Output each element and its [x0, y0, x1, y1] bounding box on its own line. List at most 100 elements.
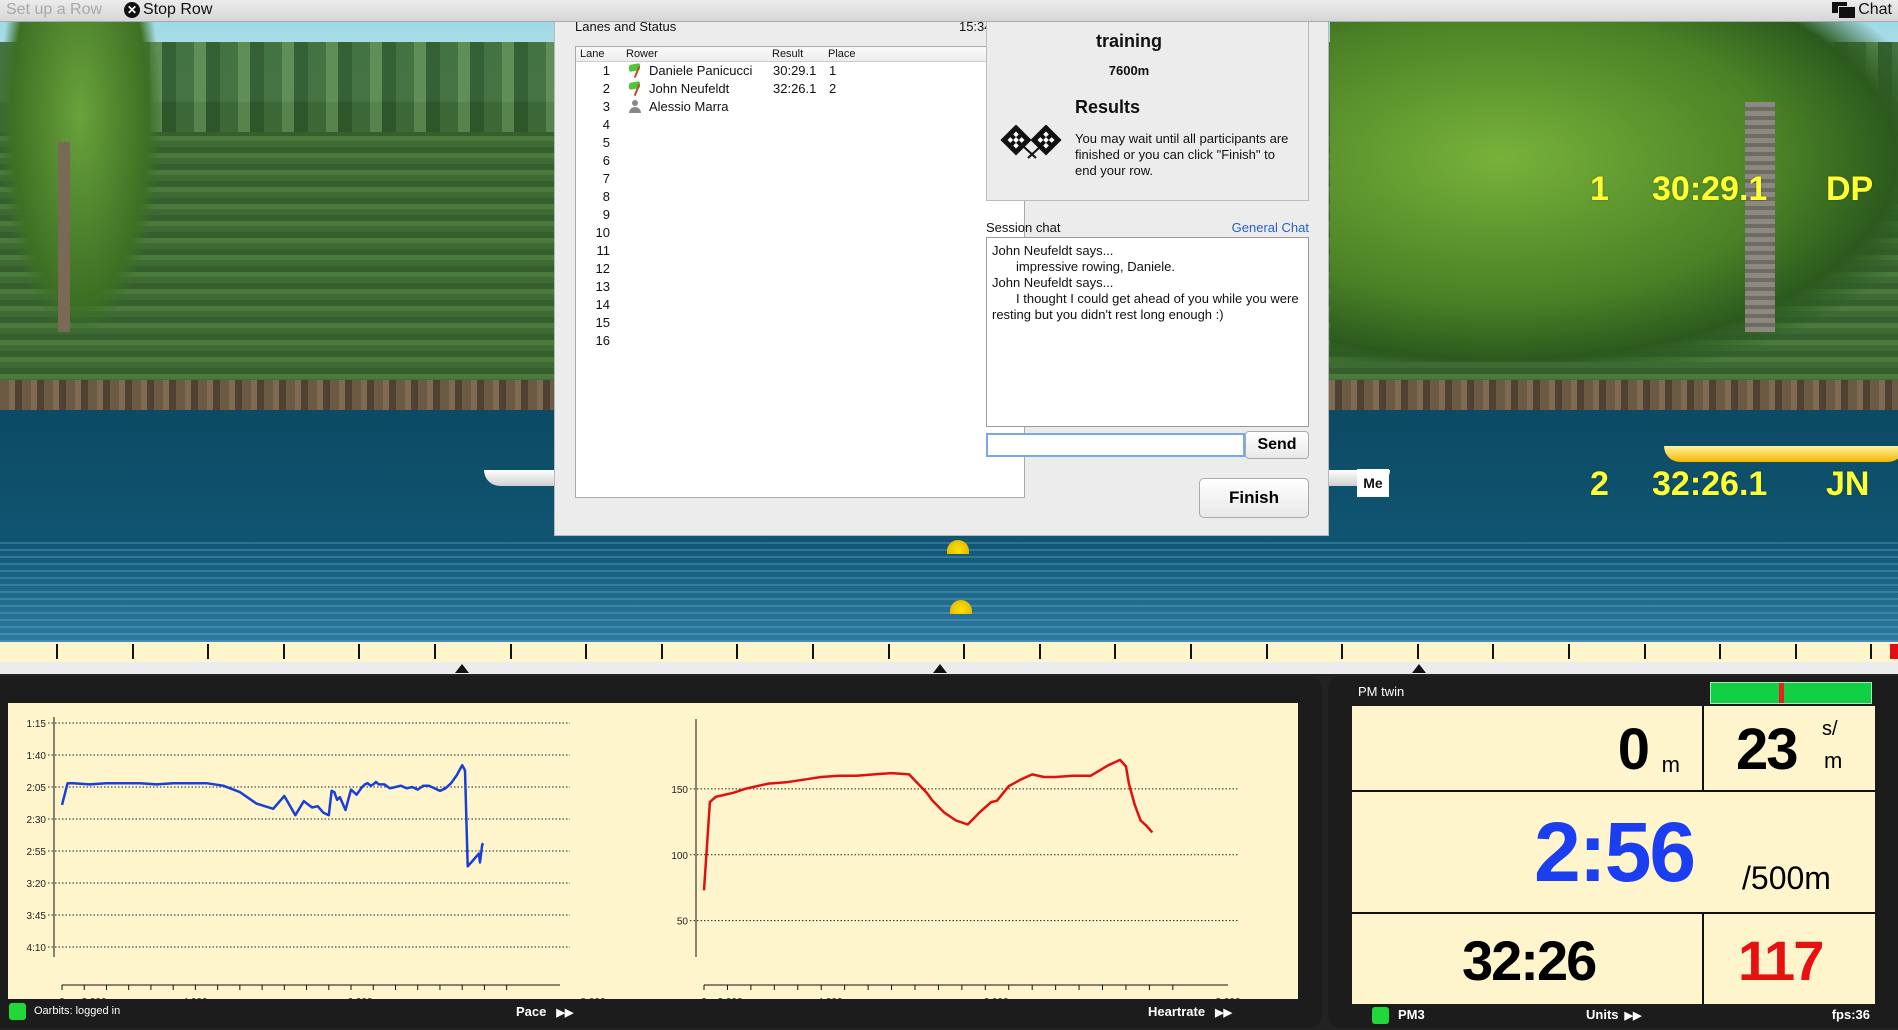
- workout-distance: 7600m: [1108, 63, 1150, 78]
- chat-label: Chat: [1858, 1, 1892, 18]
- fast-forward-icon: ▶▶: [1215, 1007, 1233, 1019]
- distance-value: 0: [1617, 717, 1650, 782]
- chat-message-sender: John Neufeldt says...: [992, 243, 1114, 258]
- lane-row[interactable]: 16: [576, 332, 1024, 350]
- lane-row[interactable]: 14: [576, 296, 1024, 314]
- stop-row-label: Stop Row: [143, 1, 213, 18]
- chat-message-input[interactable]: [986, 433, 1245, 457]
- workout-name: training: [1096, 31, 1162, 51]
- lane-row[interactable]: 8: [576, 188, 1024, 206]
- results-heading: Results: [1075, 97, 1141, 117]
- heartrate-label: Heartrate: [1148, 1004, 1206, 1019]
- lane-number: 8: [602, 189, 610, 204]
- fast-forward-icon: ▶▶: [1624, 1010, 1642, 1022]
- ruler-tick: [56, 644, 58, 659]
- close-circle-icon: ✕: [124, 2, 140, 18]
- lane-row[interactable]: 2 John Neufeldt 32:26.1 2: [576, 80, 1024, 98]
- heartrate-chart-toggle[interactable]: Heartrate ▶▶: [1148, 1004, 1232, 1019]
- lane-row[interactable]: 11: [576, 242, 1024, 260]
- lane-row[interactable]: 7: [576, 170, 1024, 188]
- pace-cell: 2:56 /500m: [1352, 792, 1875, 914]
- lane-number: 12: [595, 261, 610, 276]
- tree-left: [0, 22, 160, 332]
- column-place[interactable]: Place: [828, 48, 856, 60]
- series-line-heartrate: [702, 758, 1154, 891]
- fast-forward-icon: ▶▶: [556, 1007, 574, 1019]
- opponent-boat: [1664, 446, 1898, 462]
- ruler-tick: [434, 644, 436, 659]
- chart-footer: Oarbits: logged in Pace ▶▶ Heartrate ▶▶: [8, 999, 1298, 1025]
- y-tick-label: 3:45: [27, 911, 47, 922]
- lane-number: 2: [602, 81, 610, 96]
- pm-display: 0 m 23 s/ m 2:56 /500m 32:26 117: [1352, 706, 1875, 1004]
- lane-row[interactable]: 10: [576, 224, 1024, 242]
- lane-row[interactable]: 12: [576, 260, 1024, 278]
- column-lane[interactable]: Lane: [580, 48, 604, 60]
- heart-rate-cell: 117: [1704, 914, 1875, 1004]
- lane-row[interactable]: 9: [576, 206, 1024, 224]
- heartrate-chart: 5010015002,0004,0006,0008,000: [671, 719, 1241, 999]
- elapsed-time-cell: 32:26: [1352, 914, 1704, 1004]
- lane-number: 4: [602, 117, 610, 132]
- chat-button[interactable]: Chat: [1832, 1, 1892, 19]
- y-tick-label: 150: [671, 785, 688, 796]
- finish-flag-icon: [627, 64, 643, 78]
- y-tick-label: 2:30: [27, 815, 47, 826]
- standing-time: 30:29.1: [1652, 170, 1768, 208]
- session-chat-label: Session chat: [986, 220, 1061, 235]
- ruler-tick: [660, 644, 663, 659]
- general-chat-link[interactable]: General Chat: [1205, 220, 1309, 235]
- rower-name: Daniele Panicucci: [649, 63, 753, 78]
- y-tick-label: 4:10: [27, 943, 47, 954]
- lane-row[interactable]: 15: [576, 314, 1024, 332]
- lane-row[interactable]: 13: [576, 278, 1024, 296]
- ruler-tick: [1719, 644, 1722, 659]
- lane-row[interactable]: 6: [576, 152, 1024, 170]
- y-tick-label: 1:40: [27, 751, 47, 762]
- set-up-row-button[interactable]: Set up a Row: [6, 1, 102, 19]
- lane-number: 1: [602, 63, 610, 78]
- ruler-tick: [509, 644, 512, 659]
- oarbits-status-indicator: [9, 1003, 26, 1020]
- y-tick-label: 50: [677, 917, 689, 928]
- ruler-tick: [963, 644, 966, 659]
- lane-row[interactable]: 3 Alessio Marra: [576, 98, 1024, 116]
- pace-chart-toggle[interactable]: Pace ▶▶: [516, 1004, 573, 1019]
- water-ripples: [0, 542, 1898, 642]
- ruler-tick: [1643, 644, 1646, 659]
- session-chat-log[interactable]: John Neufeldt says... impressive rowing,…: [986, 237, 1309, 427]
- lane-row[interactable]: 1 Daniele Panicucci 30:29.1 1: [576, 62, 1024, 80]
- elapsed-time-value: 32:26: [1462, 929, 1597, 992]
- ruler-tick: [1341, 644, 1344, 659]
- finish-button[interactable]: Finish: [1199, 478, 1309, 518]
- rower-place: 1: [829, 63, 837, 78]
- progress-marker-track: [0, 662, 1898, 674]
- monitor-label: PM3: [1398, 1007, 1425, 1022]
- units-toggle[interactable]: Units ▶▶: [1586, 1007, 1641, 1022]
- top-toolbar: Set up a Row ✕ Stop Row Chat: [0, 0, 1898, 22]
- lanes-table-body: 1 Daniele Panicucci 30:29.1 1 2 John Neufeldt…: [576, 62, 1024, 350]
- pm-footer: PM3 Units ▶▶ fps:36: [1328, 1002, 1898, 1028]
- pace-value: 2:56: [1534, 805, 1696, 899]
- column-rower[interactable]: Rower: [626, 48, 658, 60]
- lane-row[interactable]: 5: [576, 134, 1024, 152]
- standing-place: 2: [1590, 465, 1609, 503]
- chat-bubbles-icon: [1832, 2, 1857, 19]
- tree-right: [1330, 22, 1898, 362]
- ruler-tick: [358, 644, 361, 659]
- column-result[interactable]: Result: [772, 48, 803, 60]
- lane-number: 3: [602, 99, 610, 114]
- y-tick-label: 100: [671, 851, 688, 862]
- ruler-tick: [1114, 644, 1117, 659]
- stroke-rate-cell: 23 s/ m: [1704, 706, 1875, 792]
- pace-label: Pace: [516, 1004, 547, 1019]
- lane-row[interactable]: 4: [576, 116, 1024, 134]
- lane-number: 7: [602, 171, 610, 186]
- send-button[interactable]: Send: [1245, 431, 1309, 459]
- race-progress-ruler: [0, 642, 1898, 662]
- finish-marker: [1890, 644, 1898, 659]
- lane-number: 15: [595, 315, 610, 330]
- lanes-table: Lane Rower Result Place 1 Daniele Panicuc…: [575, 46, 1025, 498]
- stop-row-button[interactable]: ✕ Stop Row: [124, 1, 212, 19]
- tree-trunk-left: [58, 142, 70, 332]
